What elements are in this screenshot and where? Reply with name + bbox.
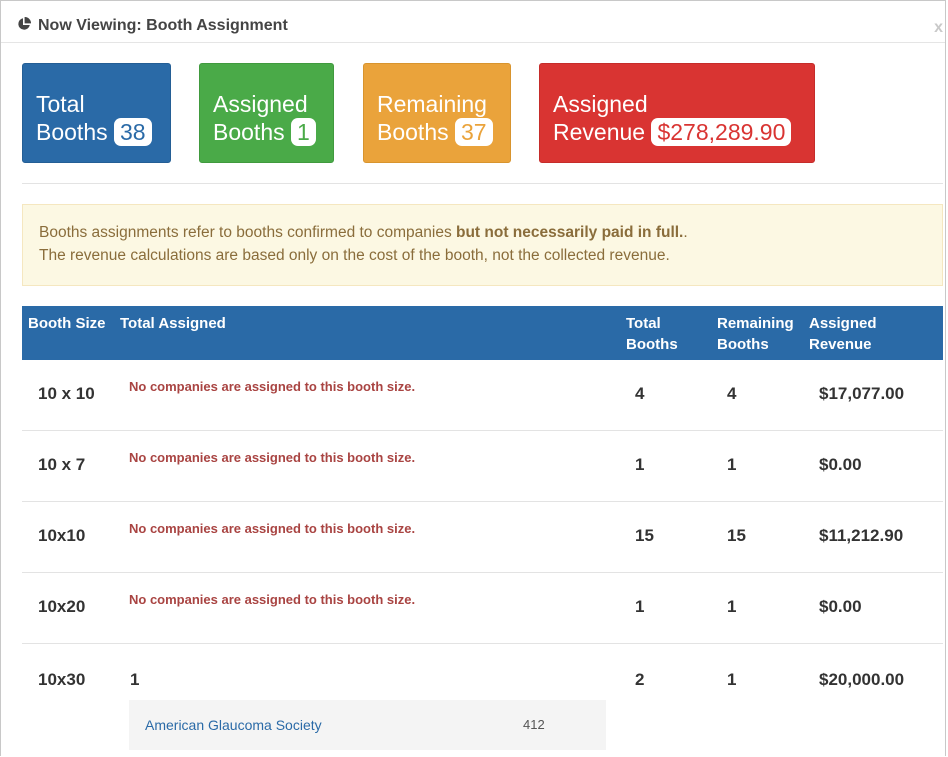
window-title: Now Viewing: Booth Assignment bbox=[38, 17, 288, 34]
window-header: Now Viewing: Booth Assignment x bbox=[1, 1, 945, 43]
assigned-count-cell: 1 bbox=[130, 670, 140, 689]
remaining-booths-cell: 1 bbox=[727, 670, 737, 689]
assigned-booths-label-line2: Booths bbox=[213, 119, 285, 145]
no-companies-note: No companies are assigned to this booth … bbox=[129, 521, 416, 536]
alert-text-post: . bbox=[683, 224, 688, 241]
total-booths-cell: 15 bbox=[635, 526, 654, 545]
remaining-booths-label-row: Booths 37 bbox=[377, 118, 510, 146]
total-booths-cell: 4 bbox=[635, 384, 645, 403]
booth-size-cell: 10 x 7 bbox=[38, 455, 86, 474]
header-remaining-booths-line1: Remaining bbox=[717, 315, 794, 332]
booth-assignment-window: Now Viewing: Booth Assignment x Total Bo… bbox=[0, 0, 946, 756]
assigned-revenue-cell: $20,000.00 bbox=[819, 670, 905, 689]
no-companies-note: No companies are assigned to this booth … bbox=[129, 379, 416, 394]
divider bbox=[22, 183, 943, 184]
remaining-booths-label-line1: Remaining bbox=[377, 91, 487, 117]
header-assigned-revenue-line1: Assigned bbox=[809, 315, 877, 332]
pie-chart-icon bbox=[18, 17, 31, 30]
header-total-booths: Total Booths bbox=[626, 313, 678, 355]
header-booth-size: Booth Size bbox=[28, 315, 106, 332]
no-companies-note: No companies are assigned to this booth … bbox=[129, 450, 416, 465]
remaining-booths-cell: 15 bbox=[727, 526, 746, 545]
total-booths-cell: 1 bbox=[635, 455, 645, 474]
assigned-revenue-label-row: Revenue $278,289.90 bbox=[553, 118, 814, 146]
close-button[interactable]: x bbox=[934, 19, 943, 37]
total-booths-label-row: Booths 38 bbox=[36, 118, 170, 146]
remaining-booths-cell: 1 bbox=[727, 455, 737, 474]
assigned-booths-badge: 1 bbox=[291, 118, 316, 146]
remaining-booths-cell: 1 bbox=[727, 597, 737, 616]
table-row: 10x10 No companies are assigned to this … bbox=[22, 502, 943, 573]
header-assigned-revenue-line2: Revenue bbox=[809, 336, 872, 353]
header-remaining-booths: Remaining Booths bbox=[717, 313, 794, 355]
remaining-booths-badge: 37 bbox=[455, 118, 493, 146]
assigned-revenue-label-line1: Assigned bbox=[553, 91, 648, 117]
total-booths-label-line1: Total bbox=[36, 91, 85, 117]
header-total-assigned: Total Assigned bbox=[120, 315, 226, 332]
assigned-revenue-badge: $278,289.90 bbox=[651, 118, 792, 146]
assigned-companies-list: American Glaucoma Society 412 bbox=[129, 700, 606, 750]
booth-size-cell: 10 x 10 bbox=[38, 384, 95, 403]
no-companies-note: No companies are assigned to this booth … bbox=[129, 592, 416, 607]
assigned-booths-label-line1: Assigned bbox=[213, 91, 308, 117]
table-row: 10 x 7 No companies are assigned to this… bbox=[22, 431, 943, 502]
alert-text-pre: Booths assignments refer to booths confi… bbox=[39, 224, 456, 241]
info-alert: Booths assignments refer to booths confi… bbox=[22, 204, 943, 286]
booth-number: 412 bbox=[523, 717, 545, 732]
company-link[interactable]: American Glaucoma Society bbox=[145, 717, 322, 733]
total-booths-badge: 38 bbox=[114, 118, 152, 146]
assigned-booths-card: Assigned Booths 1 bbox=[199, 63, 334, 163]
total-booths-cell: 1 bbox=[635, 597, 645, 616]
total-booths-card: Total Booths 38 bbox=[22, 63, 171, 163]
remaining-booths-cell: 4 bbox=[727, 384, 737, 403]
header-assigned-revenue: Assigned Revenue bbox=[809, 313, 877, 355]
booth-size-cell: 10x30 bbox=[38, 670, 86, 689]
assigned-revenue-cell: $17,077.00 bbox=[819, 384, 905, 403]
header-remaining-booths-line2: Booths bbox=[717, 336, 769, 353]
assigned-revenue-cell: $0.00 bbox=[819, 455, 862, 474]
alert-text-bold: but not necessarily paid in full. bbox=[456, 224, 684, 241]
total-booths-cell: 2 bbox=[635, 670, 645, 689]
table-row: 10x20 No companies are assigned to this … bbox=[22, 573, 943, 644]
booth-size-cell: 10x20 bbox=[38, 597, 86, 616]
alert-line-2: The revenue calculations are based only … bbox=[39, 247, 670, 264]
assigned-revenue-card: Assigned Revenue $278,289.90 bbox=[539, 63, 815, 163]
alert-line-1: Booths assignments refer to booths confi… bbox=[39, 221, 926, 244]
header-total-booths-line2: Booths bbox=[626, 336, 678, 353]
assigned-booths-label-row: Booths 1 bbox=[213, 118, 333, 146]
total-booths-label-line2: Booths bbox=[36, 119, 108, 145]
booth-size-cell: 10x10 bbox=[38, 526, 86, 545]
assigned-revenue-cell: $0.00 bbox=[819, 597, 862, 616]
assigned-revenue-cell: $11,212.90 bbox=[819, 526, 904, 545]
remaining-booths-label-line2: Booths bbox=[377, 119, 449, 145]
table-row: 10 x 10 No companies are assigned to thi… bbox=[22, 360, 943, 431]
assigned-revenue-label-line2: Revenue bbox=[553, 119, 646, 145]
table-header: Booth Size Total Assigned Total Booths R… bbox=[22, 306, 943, 360]
header-total-booths-line1: Total bbox=[626, 315, 661, 332]
remaining-booths-card: Remaining Booths 37 bbox=[363, 63, 511, 163]
